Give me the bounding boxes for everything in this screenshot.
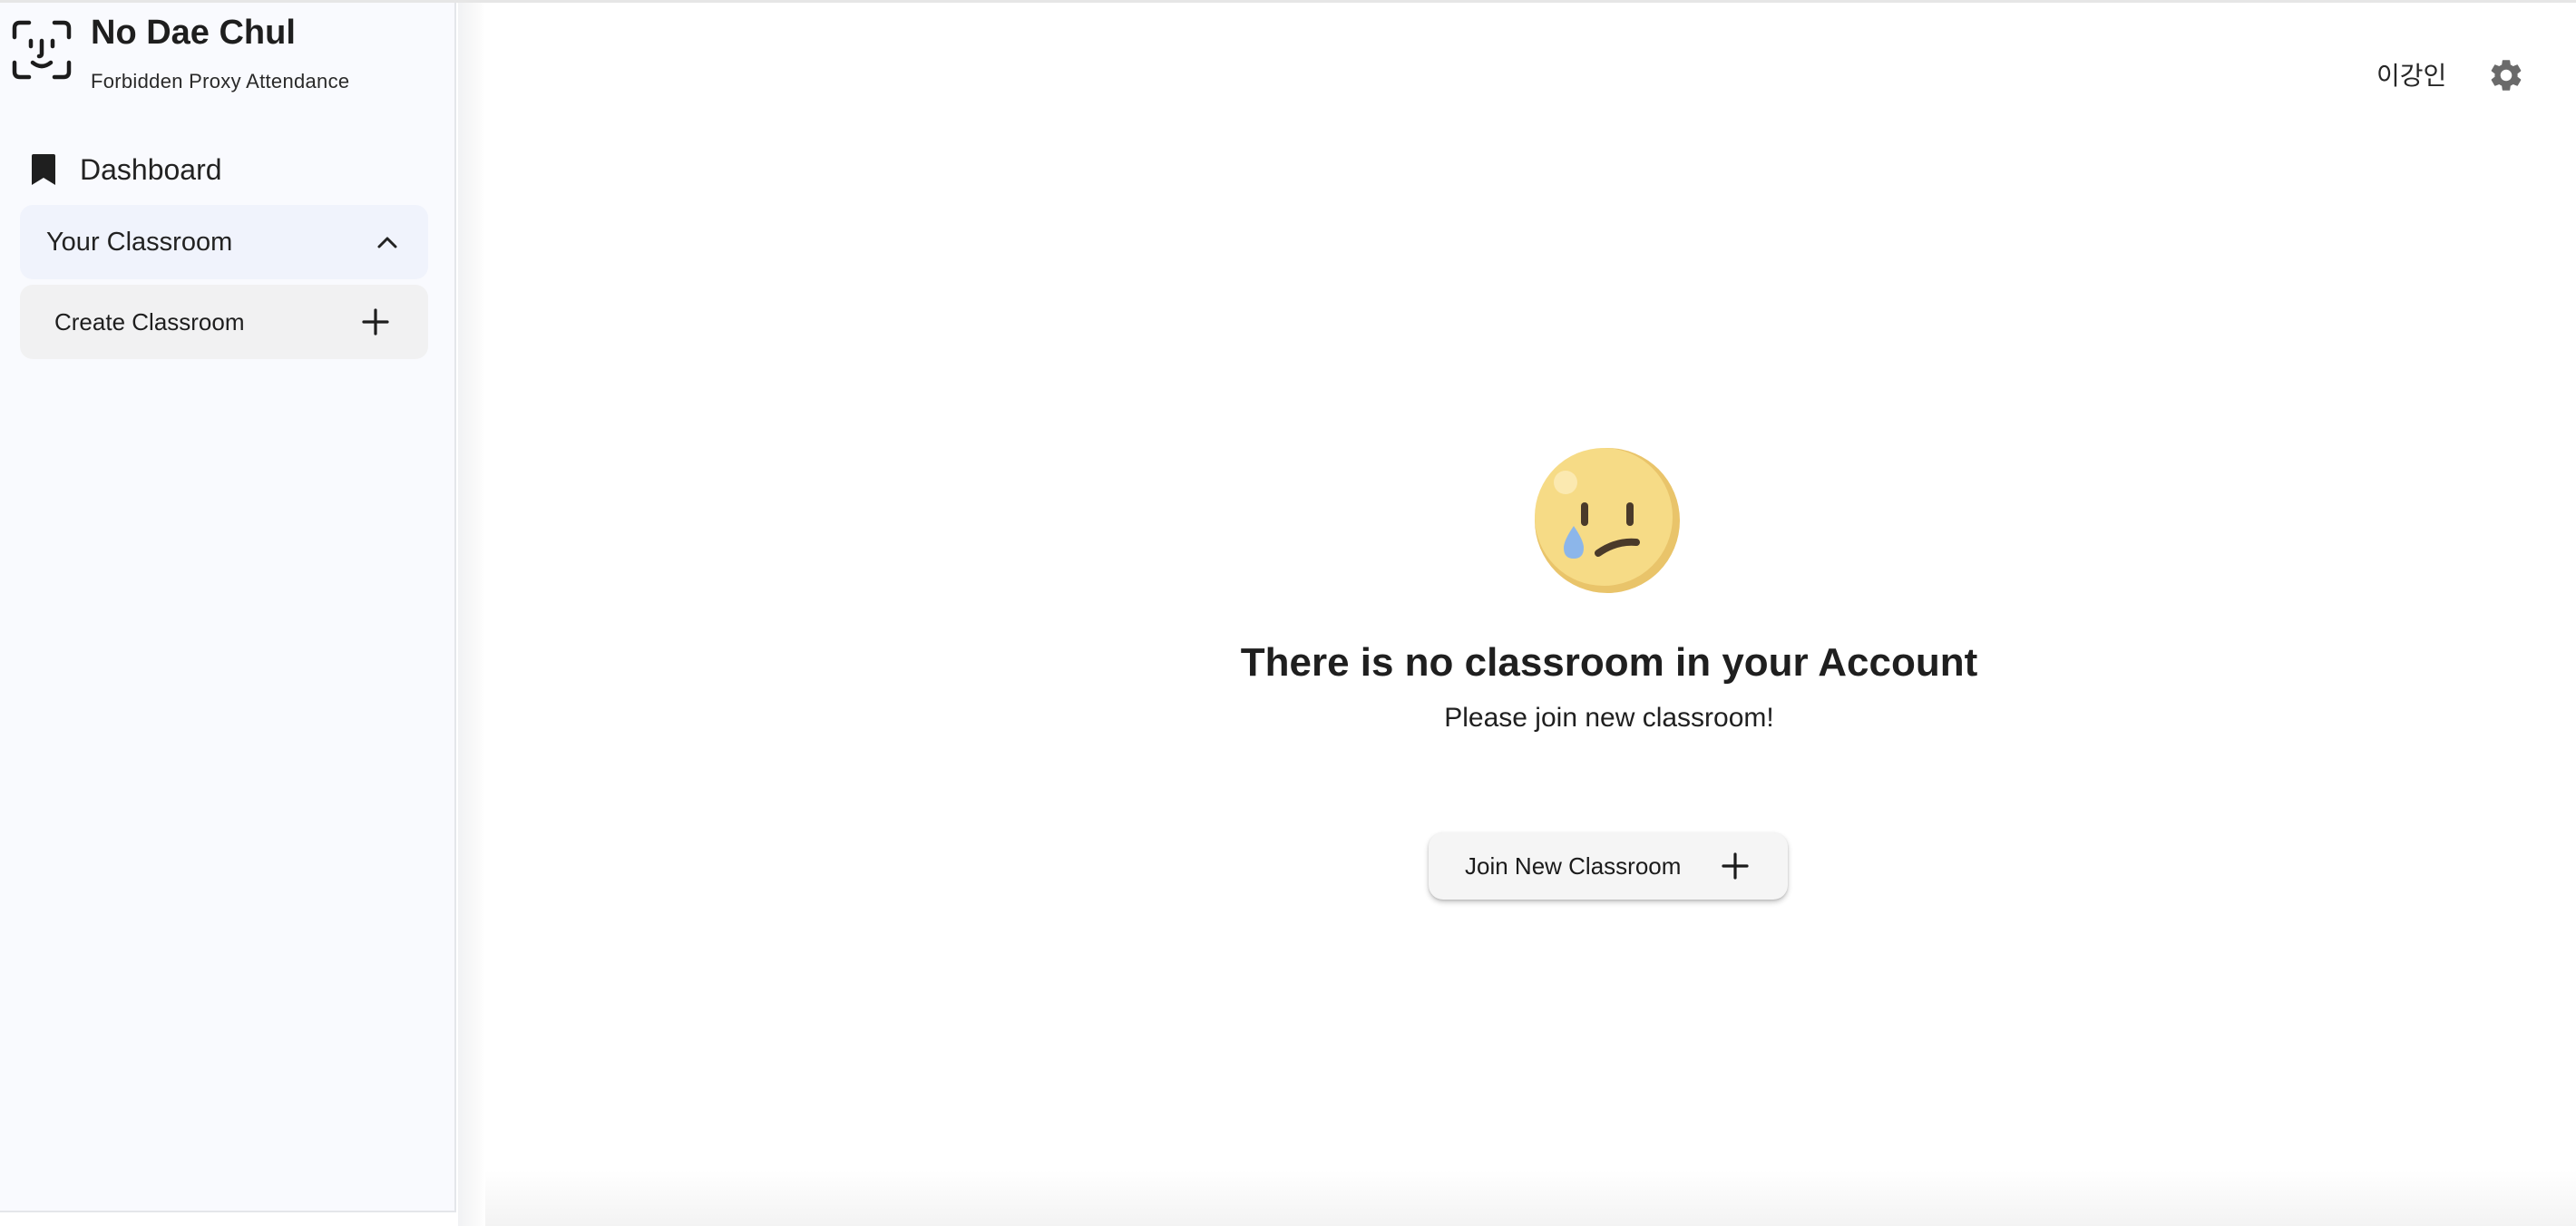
bottom-shadow — [485, 1170, 2576, 1226]
join-new-classroom-button[interactable]: Join New Classroom — [1429, 832, 1788, 900]
user-name[interactable]: 이강인 — [2376, 56, 2446, 92]
gear-icon[interactable] — [2487, 56, 2525, 94]
plus-icon — [1722, 852, 1749, 880]
create-classroom-label: Create Classroom — [54, 307, 245, 336]
sidebar-item-dashboard[interactable]: Dashboard — [20, 144, 437, 195]
sidebar-item-your-classroom-label: Your Classroom — [46, 227, 233, 257]
crying-face-icon — [1535, 448, 1680, 593]
app-title: No Dae Chul — [91, 14, 296, 52]
sidebar-shadow — [458, 3, 485, 1226]
sidebar-item-dashboard-label: Dashboard — [80, 152, 222, 186]
face-id-icon — [12, 20, 72, 80]
chevron-up-icon — [377, 237, 397, 248]
create-classroom-button[interactable]: Create Classroom — [20, 285, 428, 359]
join-new-classroom-label: Join New Classroom — [1465, 851, 1682, 880]
sidebar: No Dae Chul Forbidden Proxy Attendance D… — [0, 3, 456, 1212]
plus-icon — [362, 308, 389, 336]
sidebar-item-your-classroom[interactable]: Your Classroom — [20, 205, 428, 279]
app-subtitle: Forbidden Proxy Attendance — [91, 70, 350, 92]
empty-state-title: There is no classroom in your Account — [1240, 640, 1978, 685]
empty-state-subtitle: Please join new classroom! — [1444, 703, 1774, 733]
bookmark-icon — [32, 154, 55, 185]
